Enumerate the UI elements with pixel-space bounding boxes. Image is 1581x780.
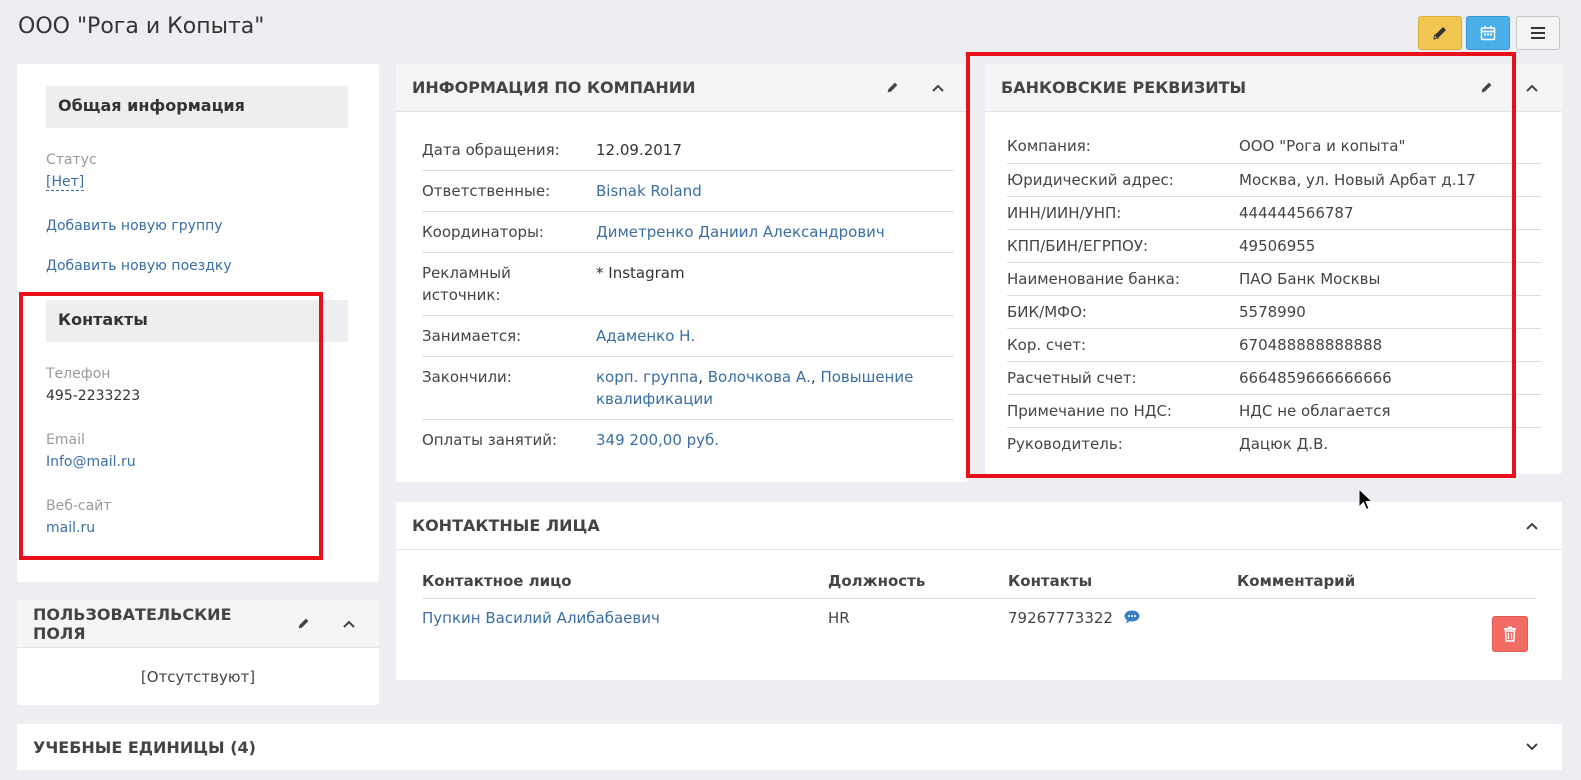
calendar-icon	[1480, 26, 1496, 41]
contact-persons-table: Контактное лицо Должность Контакты Комме…	[422, 564, 1536, 638]
table-row: Занимается: Адаменко Н.	[422, 315, 954, 357]
company-info-title: ИНФОРМАЦИЯ ПО КОМПАНИИ	[412, 78, 696, 97]
column-header: Должность	[828, 564, 1008, 599]
trash-icon	[1504, 626, 1516, 642]
table-row: ИНН/ИИН/УНП: 444444566787	[1007, 195, 1541, 229]
chevron-up-icon	[1526, 522, 1538, 530]
finished-link-2[interactable]: Волочкова А.	[708, 368, 811, 386]
company-info-panel: ИНФОРМАЦИЯ ПО КОМПАНИИ Дата обращения: 12…	[396, 64, 968, 482]
bank-details-table: Компания: ООО "Рога и копыта" Юридический…	[1007, 130, 1541, 460]
table-row: Расчетный счет: 6664859666666666	[1007, 360, 1541, 394]
pencil-icon	[298, 618, 308, 629]
learning-units-title: УЧЕБНЫЕ ЕДИНИЦЫ (4)	[33, 737, 256, 757]
chevron-up-icon	[932, 84, 944, 92]
custom-fields-title: ПОЛЬЗОВАТЕЛЬСКИЕ ПОЛЯ	[33, 604, 232, 643]
column-header: Комментарий	[1237, 564, 1536, 599]
payments-link[interactable]: 349 200,00 руб.	[596, 431, 719, 449]
add-group-link[interactable]: Добавить новую группу	[46, 218, 223, 234]
edit-custom-fields-button[interactable]	[289, 610, 317, 638]
custom-fields-empty: [Отсутствуют]	[140, 668, 256, 686]
website-link[interactable]: mail.ru	[46, 520, 95, 536]
pencil-icon	[887, 82, 897, 93]
collapse-contact-persons-button[interactable]	[1518, 512, 1546, 540]
coordinator-link[interactable]: Диметренко Даниил Александрович	[596, 223, 885, 241]
table-row: КПП/БИН/ЕГРПОУ: 49506955	[1007, 228, 1541, 262]
delete-contact-button[interactable]	[1492, 616, 1528, 652]
table-row: Дата обращения: 12.09.2017	[422, 141, 682, 159]
calendar-button[interactable]	[1466, 16, 1510, 50]
general-info-header: Общая информация	[46, 86, 348, 128]
company-info-table: Дата обращения: 12.09.2017 Ответственные:…	[422, 130, 954, 460]
phone-value: 495-2233223	[46, 388, 141, 404]
finished-link-1[interactable]: корп. группа	[596, 368, 698, 386]
page-title: ООО "Рога и Копыта"	[18, 14, 265, 39]
collapse-company-info-button[interactable]	[924, 74, 952, 102]
learning-units-header[interactable]: УЧЕБНЫЕ ЕДИНИЦЫ (4)	[17, 724, 1562, 770]
learning-units-panel: УЧЕБНЫЕ ЕДИНИЦЫ (4)	[17, 724, 1562, 770]
status-label: Статус	[46, 152, 97, 168]
table-row: Рекламный источник: * Instagram	[422, 252, 954, 316]
table-row: Оплаты занятий: 349 200,00 руб.	[422, 419, 954, 460]
table-row: Пупкин Василий Алибабаевич HR 7926777332…	[422, 599, 1536, 638]
bank-details-title: БАНКОВСКИЕ РЕКВИЗИТЫ	[1001, 78, 1247, 97]
phone-label: Телефон	[46, 366, 111, 382]
edit-button[interactable]	[1418, 16, 1462, 50]
table-row: Закончили: корп. группа, Волочкова А., По…	[422, 356, 954, 420]
table-row: Наименование банка: ПАО Банк Москвы	[1007, 261, 1541, 295]
chevron-up-icon	[343, 620, 355, 628]
contact-persons-panel: КОНТАКТНЫЕ ЛИЦА Контактное лицо Должност…	[396, 502, 1562, 680]
email-label: Email	[46, 432, 85, 448]
column-header: Контакты	[1008, 564, 1237, 599]
menu-button[interactable]	[1516, 16, 1560, 50]
table-row: Компания: ООО "Рога и копыта"	[1007, 137, 1406, 156]
website-label: Веб-сайт	[46, 498, 112, 514]
table-row: Кор. счет: 670488888888888	[1007, 327, 1541, 361]
table-row: Примечание по НДС: НДС не облагается	[1007, 393, 1541, 427]
hamburger-menu-icon	[1531, 27, 1545, 39]
edit-company-info-button[interactable]	[878, 74, 906, 102]
collapse-bank-details-button[interactable]	[1518, 74, 1546, 102]
custom-fields-panel: ПОЛЬЗОВАТЕЛЬСКИЕ ПОЛЯ [Отсутствуют]	[17, 600, 379, 705]
mouse-cursor-icon	[1358, 488, 1374, 511]
table-row: Юридический адрес: Москва, ул. Новый Арба…	[1007, 162, 1541, 196]
status-value-link[interactable]: [Нет]	[46, 174, 85, 191]
expand-learning-units-button[interactable]	[1518, 733, 1546, 761]
edit-bank-details-button[interactable]	[1472, 74, 1500, 102]
bank-details-panel: БАНКОВСКИЕ РЕКВИЗИТЫ Компания: ООО "Рога …	[985, 64, 1562, 474]
table-header-row: Контактное лицо Должность Контакты Комме…	[422, 564, 1536, 599]
column-header: Контактное лицо	[422, 564, 828, 599]
studying-link[interactable]: Адаменко Н.	[596, 327, 695, 345]
add-trip-link[interactable]: Добавить новую поездку	[46, 258, 232, 274]
contact-person-link[interactable]: Пупкин Василий Алибабаевич	[422, 609, 660, 627]
table-row: Руководитель: Дацюк Д.В.	[1007, 426, 1541, 460]
left-info-panel: Общая информация Статус [Нет] Добавить н…	[17, 64, 379, 582]
chevron-up-icon	[1526, 84, 1538, 92]
table-row: Ответственные: Bisnak Roland	[422, 170, 954, 212]
pencil-icon	[1481, 82, 1491, 93]
table-row: БИК/МФО: 5578990	[1007, 294, 1541, 328]
email-link[interactable]: Info@mail.ru	[46, 454, 136, 470]
chevron-down-icon	[1526, 743, 1538, 751]
collapse-custom-fields-button[interactable]	[335, 610, 363, 638]
sms-chat-icon[interactable]	[1124, 610, 1140, 628]
contact-persons-title: КОНТАКТНЫЕ ЛИЦА	[412, 516, 600, 535]
pencil-icon	[1433, 27, 1446, 40]
responsible-link[interactable]: Bisnak Roland	[596, 182, 702, 200]
contacts-header: Контакты	[46, 300, 348, 342]
table-row: Координаторы: Диметренко Даниил Александр…	[422, 211, 954, 253]
